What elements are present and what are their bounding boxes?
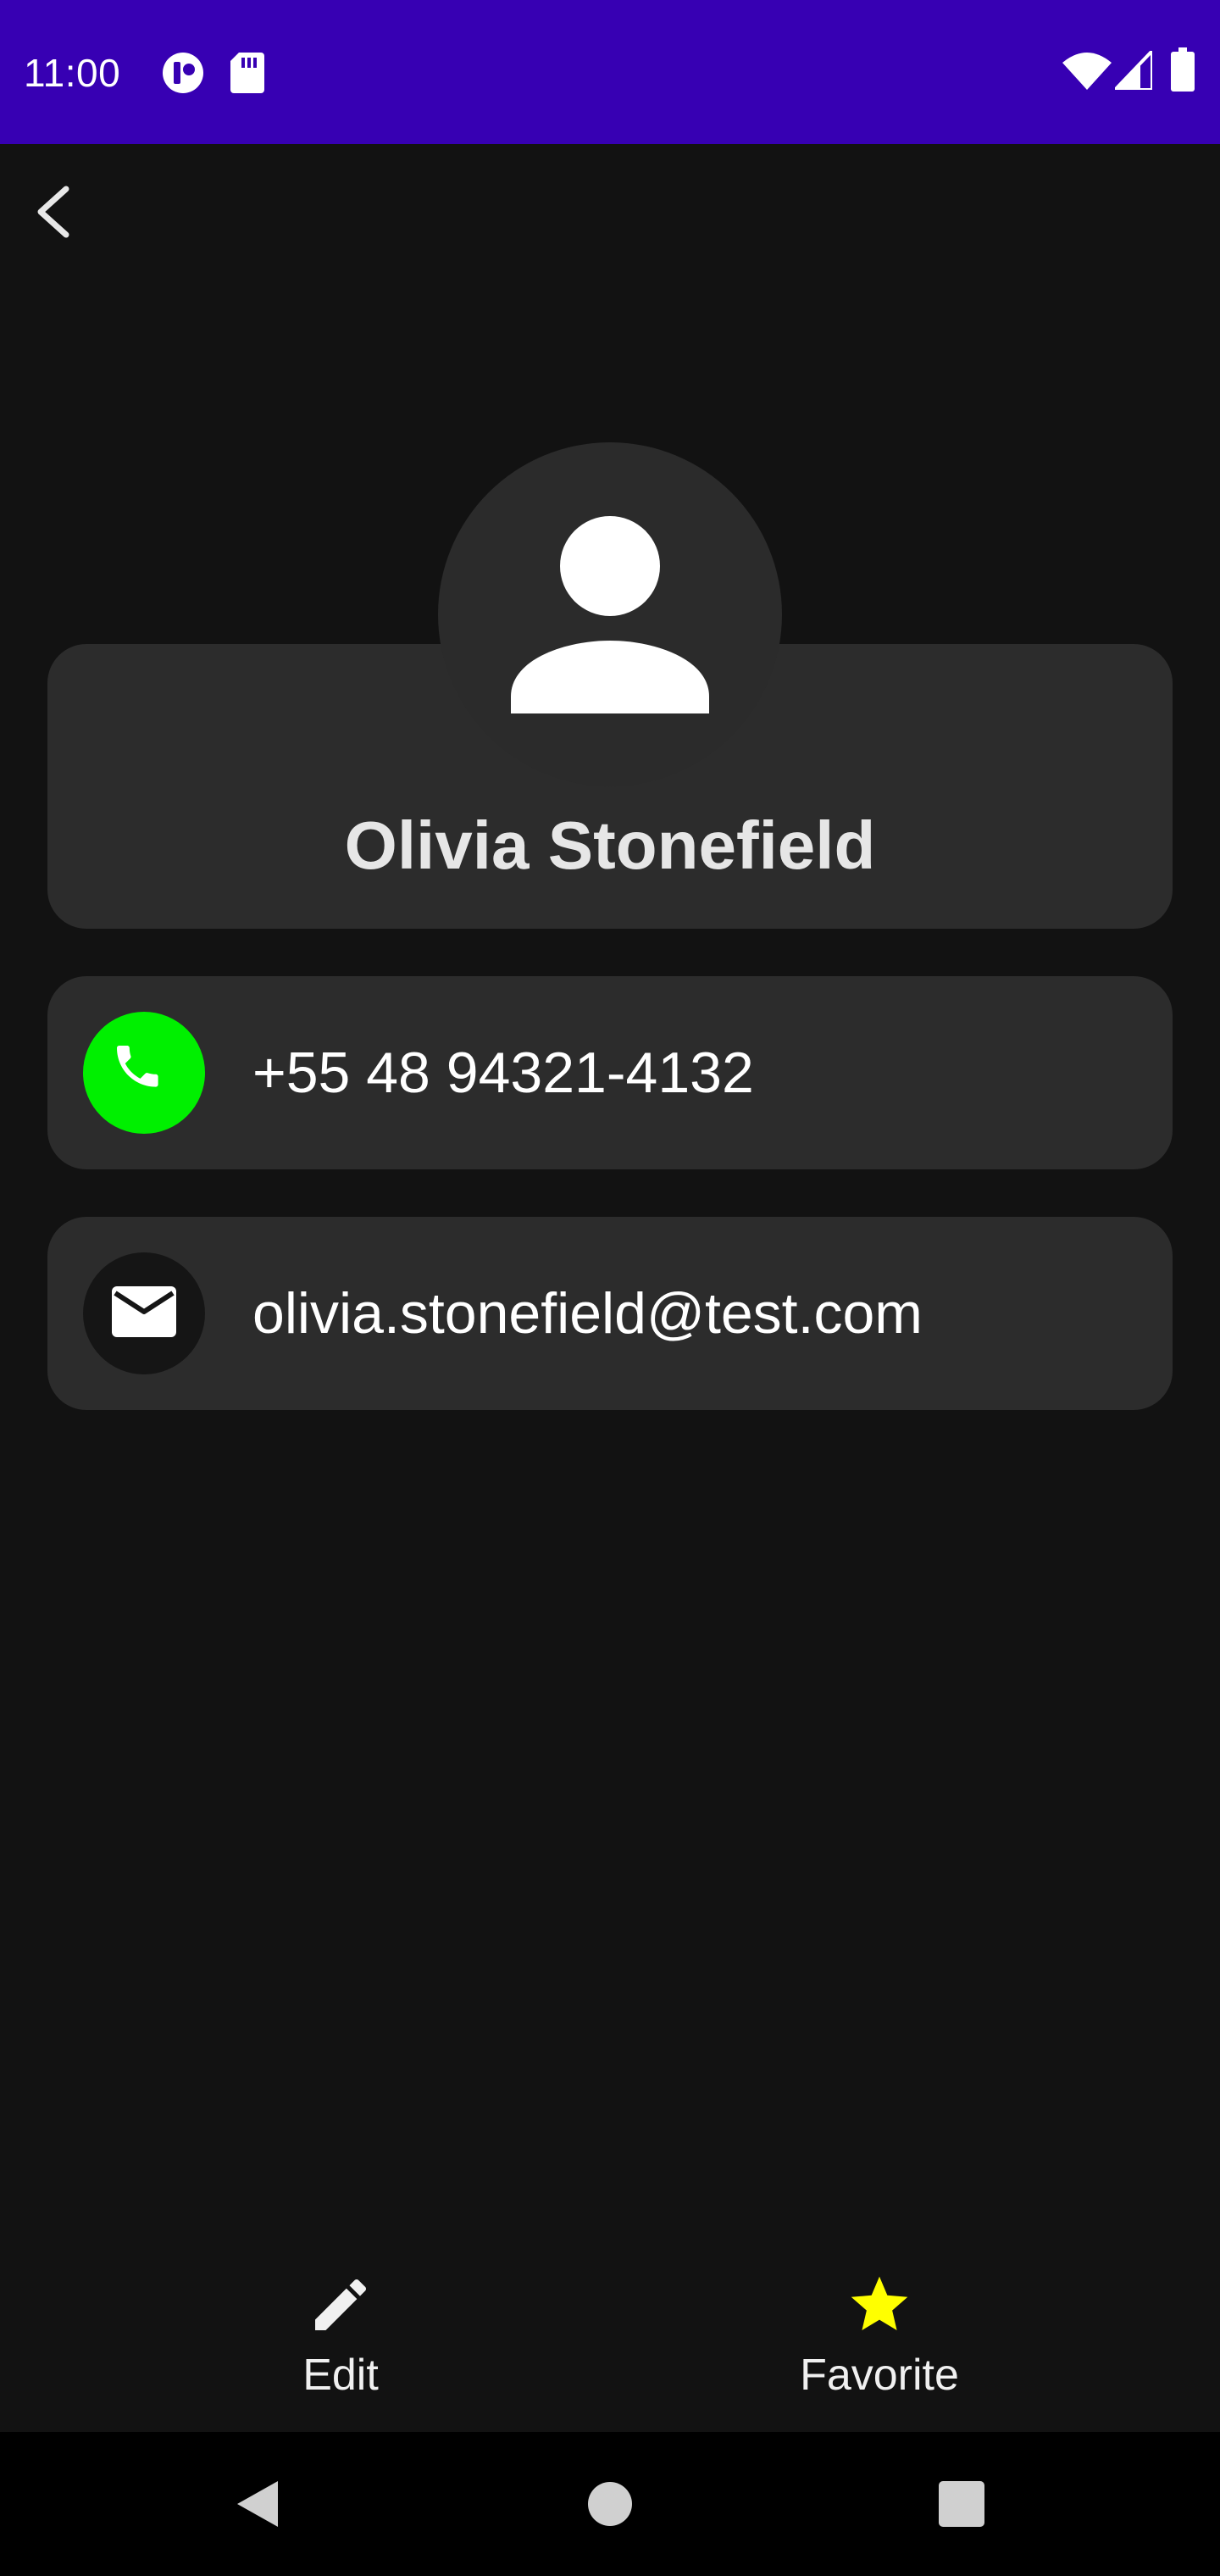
nav-back-icon bbox=[237, 2481, 278, 2527]
app-notification-icon bbox=[161, 51, 205, 95]
avatar bbox=[438, 442, 782, 786]
pencil-icon bbox=[315, 2279, 367, 2330]
email-address: olivia.stonefield@test.com bbox=[252, 1281, 923, 1346]
sd-card-icon bbox=[230, 53, 264, 93]
status-bar: 11:00 bbox=[0, 0, 1220, 144]
nav-home-button[interactable] bbox=[572, 2466, 648, 2542]
contact-name: Olivia Stonefield bbox=[344, 808, 876, 883]
status-time: 11:00 bbox=[24, 51, 121, 95]
favorite-label: Favorite bbox=[800, 2351, 959, 2400]
chevron-left-icon bbox=[37, 186, 69, 238]
email-card[interactable]: olivia.stonefield@test.com bbox=[47, 1217, 1173, 1410]
mail-icon bbox=[112, 1286, 176, 1337]
phone-card[interactable]: +55 48 94321-4132 bbox=[47, 976, 1173, 1169]
person-icon bbox=[511, 516, 709, 713]
phone-number: +55 48 94321-4132 bbox=[252, 1041, 754, 1105]
nav-recents-icon bbox=[939, 2481, 984, 2527]
phone-icon-circle[interactable] bbox=[83, 1012, 205, 1134]
nav-home-icon bbox=[588, 2482, 632, 2526]
edit-label: Edit bbox=[302, 2351, 379, 2400]
navigation-bar bbox=[0, 2432, 1220, 2576]
nav-recents-button[interactable] bbox=[923, 2466, 1000, 2542]
back-button[interactable] bbox=[17, 174, 93, 250]
star-icon bbox=[851, 2276, 908, 2330]
battery-icon bbox=[1171, 47, 1195, 92]
contact-details-screen: 11:00 Olivia Stonefield +55 48 94321-413… bbox=[0, 0, 1220, 2576]
email-icon-circle[interactable] bbox=[83, 1252, 205, 1374]
cell-signal-icon bbox=[1115, 51, 1152, 90]
phone-icon bbox=[117, 1046, 158, 1087]
favorite-button[interactable]: Favorite bbox=[752, 2271, 1006, 2415]
nav-back-button[interactable] bbox=[220, 2466, 297, 2542]
edit-button[interactable]: Edit bbox=[214, 2271, 468, 2415]
wifi-icon bbox=[1062, 53, 1112, 90]
